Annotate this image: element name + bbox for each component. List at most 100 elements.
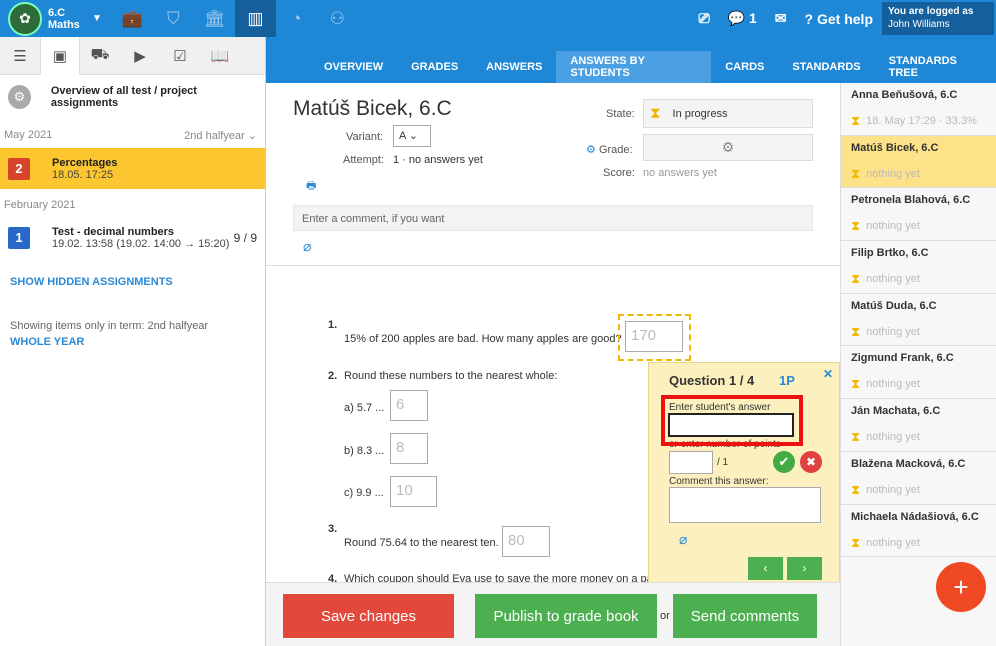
student-item[interactable]: Petronela Blahová, 6.C ⧗ nothing yet (841, 188, 996, 242)
question-text: 15% of 200 apples are bad. How many appl… (344, 333, 622, 345)
divider (266, 265, 840, 266)
help-link[interactable]: ? Get help (805, 11, 873, 27)
hourglass-icon: ⧗ (851, 113, 861, 128)
answer-box[interactable]: 6 (390, 390, 428, 421)
tab-cards[interactable]: CARDS (711, 51, 778, 83)
students-walking-icon[interactable]: ⚇ (317, 0, 358, 37)
assignment-item[interactable]: 2 Percentages 18.05. 17:25 (0, 148, 265, 189)
show-hidden-link[interactable]: SHOW HIDDEN ASSIGNMENTS (0, 276, 265, 288)
school-logo[interactable]: ✿ (8, 1, 42, 36)
tab-answers[interactable]: ANSWERS (472, 51, 556, 83)
user-box[interactable]: You are logged as John Williams (882, 2, 994, 35)
student-status: nothing yet (866, 431, 920, 444)
progress-icon[interactable]: ◔ (276, 0, 317, 37)
next-button[interactable]: › (787, 557, 822, 580)
student-item[interactable]: Ján Machata, 6.C ⧗ nothing yet (841, 399, 996, 452)
assignment-item[interactable]: 1 Test - decimal numbers 19.02. 13:58 (19… (0, 217, 265, 258)
school-building-icon[interactable]: 🏛 (194, 0, 235, 37)
points-input[interactable] (669, 451, 713, 474)
publish-button[interactable]: Publish to grade book (475, 594, 657, 638)
term-selector[interactable]: 2nd halfyear ⌄ (184, 129, 257, 142)
video-icon[interactable]: ▶ (120, 37, 160, 74)
student-list: Anna Beňušová, 6.C ⧗ 18. May 17:29 · 33.3%… (840, 83, 996, 646)
overview-link[interactable]: ⚙ Overview of all test / project assignme… (0, 75, 265, 119)
grade-field[interactable]: ⚙ (643, 134, 813, 161)
add-button[interactable]: + (936, 562, 986, 612)
answer-comment-field[interactable] (669, 487, 821, 523)
assignment-score: 9 / 9 (233, 230, 257, 245)
tab-standards-tree[interactable]: STANDARDS TREE (875, 51, 996, 83)
module-nav: 💼 ⛉ 🏛 ▥ ◔ ⚇ (112, 0, 358, 37)
send-comments-button[interactable]: Send comments (673, 594, 817, 638)
whole-year-link[interactable]: WHOLE YEAR (0, 336, 265, 348)
save-button[interactable]: Save changes (283, 594, 454, 638)
student-item[interactable]: Filip Brtko, 6.C ⧗ nothing yet (841, 241, 996, 294)
hourglass-icon: ⧗ (851, 165, 861, 181)
gear-icon: ⚙ (586, 144, 596, 156)
question-number: 1. (328, 319, 338, 331)
tab-standards[interactable]: STANDARDS (778, 51, 874, 83)
print-icon[interactable]: 🖶 (306, 177, 316, 196)
user-name: John Williams (888, 19, 950, 30)
close-icon[interactable]: ✕ (823, 367, 833, 381)
sub-question-label: c) 9.9 ... (344, 487, 384, 499)
briefcase-icon[interactable]: 💼 (112, 0, 153, 37)
tab-answers-by-students[interactable]: ANSWERS BY STUDENTS (556, 51, 712, 83)
attachment-icon[interactable]: ⌀ (303, 238, 311, 255)
chart-icon[interactable]: ▥ (234, 0, 276, 37)
student-answer-input[interactable] (668, 413, 794, 437)
hourglass-icon: ⧗ (851, 481, 861, 497)
tab-grades[interactable]: GRADES (397, 51, 472, 83)
chevron-down-icon: ⌄ (408, 130, 419, 142)
comment-field[interactable]: Enter a comment, if you want (293, 205, 813, 231)
variant-select[interactable]: A ⌄ (393, 125, 431, 147)
student-item[interactable]: Matúš Duda, 6.C ⧗ nothing yet (841, 294, 996, 347)
mail-icon[interactable]: ✉ (775, 10, 787, 27)
question-number: 2. (328, 370, 338, 382)
chevron-down-icon[interactable]: ▼ (92, 13, 102, 24)
chat-icon[interactable]: 💬 1 (728, 10, 757, 27)
answer-box[interactable]: 170 (625, 321, 683, 352)
question-text: Round these numbers to the nearest whole… (344, 370, 558, 382)
attachment-icon[interactable]: ⌀ (679, 531, 687, 548)
student-name: Petronela Blahová, 6.C (851, 194, 971, 207)
answer-box[interactable]: 80 (502, 526, 550, 557)
answer-box[interactable]: 10 (390, 476, 437, 507)
menu-icon[interactable]: ☰ (0, 37, 40, 74)
student-item[interactable]: Zigmund Frank, 6.C ⧗ nothing yet (841, 346, 996, 400)
bag-icon[interactable]: ⛟ (80, 37, 120, 74)
hourglass-icon: ⧗ (851, 218, 861, 234)
student-item[interactable]: Anna Beňušová, 6.C ⧗ 18. May 17:29 · 33.3% (841, 83, 996, 136)
hourglass-icon: ⧗ (851, 429, 861, 445)
checklist-icon[interactable]: ☑ (160, 37, 200, 74)
answer-box[interactable]: 8 (390, 433, 428, 464)
student-item[interactable]: Matúš Bicek, 6.C ⧗ nothing yet (841, 135, 996, 189)
question-number: 3. (328, 523, 338, 535)
question-text: Which coupon should Eva use to save the … (344, 573, 653, 582)
assignment-title: Percentages (52, 156, 118, 169)
or-label: or (660, 610, 670, 622)
student-title: Matúš Bicek, 6.C (293, 97, 452, 120)
top-bar: ✿ 6.C Maths ▼ 💼 ⛉ 🏛 ▥ ◔ ⚇ ⎚ 💬 1 ✉ ? Get h… (0, 0, 996, 37)
section-feb: February 2021 (4, 199, 76, 211)
class-selector[interactable]: 6.C Maths (48, 7, 98, 31)
popup-title: Question 1 / 4 (669, 373, 755, 388)
cast-icon[interactable]: ⎚ (698, 10, 709, 27)
accept-icon[interactable]: ✔ (773, 451, 795, 473)
logged-label: You are logged as (888, 6, 974, 17)
book-icon[interactable]: 📖 (200, 37, 240, 74)
tab-overview[interactable]: OVERVIEW (310, 51, 397, 83)
shield-icon[interactable]: ⛉ (153, 0, 194, 37)
student-item[interactable]: Blažena Macková, 6.C ⧗ nothing yet (841, 452, 996, 505)
reject-icon[interactable]: ✖ (800, 451, 822, 473)
student-item[interactable]: Michaela Nádašiová, 6.C ⧗ nothing yet (841, 505, 996, 558)
student-status: nothing yet (866, 273, 920, 286)
hourglass-icon: ⧗ (851, 376, 861, 392)
student-name: Filip Brtko, 6.C (851, 247, 929, 260)
gear-icon: ⚙ (721, 139, 735, 155)
test-icon[interactable]: ▣ (40, 37, 80, 75)
previous-button[interactable]: ‹ (748, 557, 783, 580)
assignment-badge: 1 (8, 226, 30, 249)
state-field[interactable]: ⧗ In progress (643, 99, 813, 128)
overview-label: Overview of all test / project assignmen… (50, 85, 197, 109)
